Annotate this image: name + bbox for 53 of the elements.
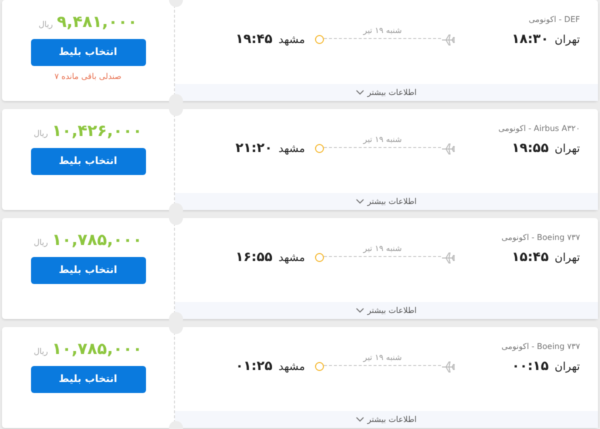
destination-city: مشهد: [278, 33, 305, 46]
destination-dot-icon: [315, 144, 324, 153]
price: ۱۰,۴۲۶,۰۰۰: [52, 121, 142, 140]
departure-time: ۰۰:۱۵: [512, 359, 549, 374]
seats-left: ۷ صندلی باقی مانده: [54, 72, 122, 81]
currency-label: ریال: [38, 20, 53, 29]
chevron-down-icon: [356, 90, 364, 95]
select-ticket-button[interactable]: انتخاب بلیط: [30, 257, 146, 284]
arrival-time: ۱۶:۵۵: [236, 250, 272, 265]
currency-label: ریال: [34, 347, 48, 356]
flight-date: شنبه ۱۹ تیر: [363, 134, 402, 144]
origin-city: تهران: [554, 33, 580, 46]
select-ticket-button[interactable]: انتخاب بلیط: [30, 39, 146, 66]
airplane-icon: [441, 252, 455, 264]
arrival-time: ۰۱:۲۵: [236, 359, 272, 374]
flight-date: شنبه ۱۹ تیر: [363, 244, 402, 252]
price: ۱۰,۷۸۵,۰۰۰: [52, 230, 142, 249]
chevron-down-icon: [356, 199, 364, 204]
more-info-button[interactable]: اطلاعات بیشتر: [175, 84, 598, 101]
destination-city: مشهد: [278, 360, 305, 373]
origin-city: تهران: [554, 251, 580, 264]
departure-time: ۱۹:۵۵: [512, 141, 549, 156]
departure-time: ۱۸:۳۰: [512, 32, 549, 47]
origin-city: تهران: [554, 142, 580, 155]
chevron-down-icon: [356, 417, 364, 422]
airplane-icon: [441, 142, 455, 154]
airline-class: Airbus A۳۲۰ - اکونومی: [498, 124, 580, 133]
departure-time: ۱۵:۴۵: [512, 250, 549, 265]
airline-class: Boeing ۷۳۷ - اکونومی: [501, 233, 580, 242]
select-ticket-button[interactable]: انتخاب بلیط: [30, 148, 146, 175]
destination-dot-icon: [315, 253, 324, 262]
airplane-icon: [441, 34, 455, 46]
airline-class: Boeing ۷۳۷ - اکونومی: [501, 342, 580, 351]
price: ۱۰,۷۸۵,۰۰۰: [52, 339, 142, 358]
more-info-button[interactable]: اطلاعات بیشتر: [175, 411, 598, 428]
select-ticket-button[interactable]: انتخاب بلیط: [30, 366, 146, 393]
destination-city: مشهد: [278, 142, 305, 155]
currency-label: ریال: [34, 129, 48, 138]
chevron-down-icon: [356, 308, 364, 313]
currency-label: ریال: [34, 238, 48, 247]
more-info-button[interactable]: اطلاعات بیشتر: [175, 193, 598, 210]
destination-dot-icon: [315, 362, 324, 371]
destination-dot-icon: [315, 35, 324, 44]
destination-city: مشهد: [278, 251, 305, 264]
flight-date: شنبه ۱۹ تیر: [363, 26, 402, 34]
origin-city: تهران: [554, 360, 580, 373]
arrival-time: ۱۹:۴۵: [236, 32, 272, 47]
airplane-icon: [441, 360, 455, 372]
airline-class: DEF - اکونومی: [528, 15, 580, 24]
price: ۹,۴۸۱,۰۰۰: [56, 12, 138, 31]
flight-date: شنبه ۱۹ تیر: [363, 352, 402, 362]
arrival-time: ۲۱:۲۰: [236, 141, 272, 156]
more-info-button[interactable]: اطلاعات بیشتر: [175, 302, 598, 319]
